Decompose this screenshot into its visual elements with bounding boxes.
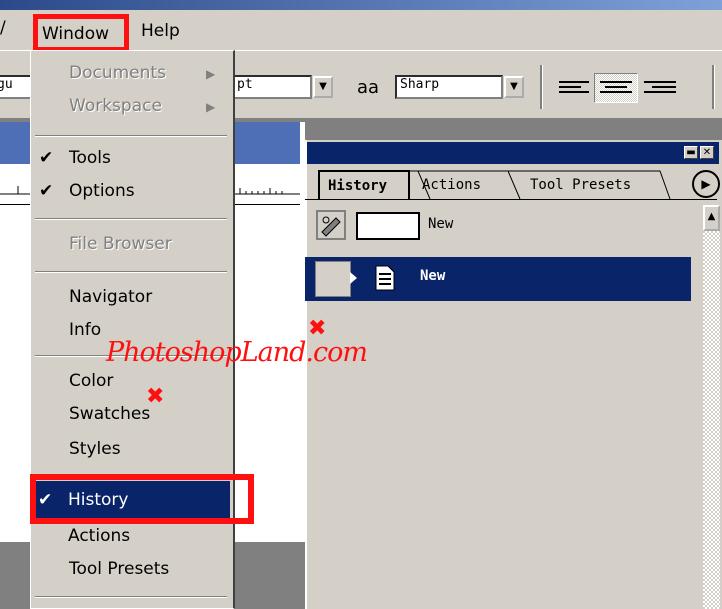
tab-divider xyxy=(305,199,717,200)
scroll-up-arrow-icon[interactable]: ▲ xyxy=(703,205,720,231)
snapshot-brush-icon[interactable] xyxy=(316,210,346,240)
options-divider xyxy=(712,65,715,109)
menu-separator xyxy=(35,218,227,220)
menu-options[interactable]: Options xyxy=(69,181,135,201)
menu-swatches[interactable]: Swatches xyxy=(69,404,150,424)
menu-info[interactable]: Info xyxy=(69,320,101,340)
menu-workspace[interactable]: Workspace xyxy=(69,96,162,116)
font-size-field[interactable]: pt xyxy=(232,75,312,99)
menu-documents[interactable]: Documents xyxy=(69,63,166,83)
document-state-icon xyxy=(374,265,396,295)
menu-tools[interactable]: Tools xyxy=(69,148,111,168)
menu-styles[interactable]: Styles xyxy=(69,439,121,459)
align-center-icon xyxy=(600,81,632,93)
align-right-icon xyxy=(644,81,676,93)
tab-actions[interactable]: Actions xyxy=(410,170,522,200)
history-brush-icon xyxy=(321,216,341,237)
watermark-text: PhotoshopLand.com xyxy=(106,337,368,368)
tab-history[interactable]: History xyxy=(318,170,410,200)
snapshot-label[interactable]: New xyxy=(428,216,453,232)
butterfly-icon: ✖ xyxy=(308,316,327,341)
submenu-arrow-icon: ▶ xyxy=(206,100,216,114)
history-state-row[interactable] xyxy=(305,257,691,301)
history-state-label: New xyxy=(420,268,446,284)
align-center-button[interactable] xyxy=(594,73,638,103)
menu-actions[interactable]: Actions xyxy=(68,526,130,546)
align-left-icon xyxy=(559,81,589,93)
history-scrollbar[interactable] xyxy=(703,205,720,609)
align-right-button[interactable] xyxy=(640,76,680,100)
annotation-highlight-box xyxy=(30,474,254,524)
align-left-button[interactable] xyxy=(556,76,594,100)
menu-item-window-label: Window xyxy=(42,24,110,44)
snapshot-thumbnail[interactable] xyxy=(356,212,420,240)
watermark: PhotoshopLand.com xyxy=(106,337,368,368)
panel-menu-arrow-icon[interactable]: ▶ xyxy=(692,170,720,198)
butterfly-icon: ✖ xyxy=(146,384,165,409)
options-divider xyxy=(540,65,543,109)
submenu-arrow-icon: ▶ xyxy=(206,67,216,81)
tab-actions-label: Actions xyxy=(422,177,482,193)
menu-item-window[interactable]: Window xyxy=(33,14,129,52)
minimize-icon[interactable]: ▬ xyxy=(684,146,698,159)
menu-navigator[interactable]: Navigator xyxy=(69,287,152,307)
menu-separator xyxy=(35,596,227,598)
checkmark-icon: ✔ xyxy=(39,148,54,168)
title-bar xyxy=(0,0,722,10)
history-source-toggle[interactable] xyxy=(315,261,351,297)
history-panel-titlebar[interactable] xyxy=(307,142,719,164)
menu-tool-presets[interactable]: Tool Presets xyxy=(69,559,169,579)
tab-tool-presets-label: Tool Presets xyxy=(530,177,632,193)
history-panel xyxy=(305,140,722,609)
tab-tool-presets[interactable]: Tool Presets xyxy=(507,170,678,200)
menu-item-partial[interactable]: / xyxy=(0,18,8,44)
menu-file-browser[interactable]: File Browser xyxy=(69,234,172,254)
window-menu: Documents ▶ Workspace ▶ ✔ Tools ✔ Option… xyxy=(30,50,235,609)
font-size-dropdown-button[interactable]: ▼ xyxy=(313,76,333,98)
anti-alias-icon: aa xyxy=(357,77,380,98)
anti-alias-dropdown-button[interactable]: ▼ xyxy=(504,76,524,98)
menu-separator xyxy=(35,271,227,273)
menu-item-help[interactable]: Help xyxy=(141,21,180,41)
menu-separator xyxy=(35,135,227,137)
checkmark-icon: ✔ xyxy=(39,181,54,201)
state-marker-icon xyxy=(350,272,357,284)
menu-color[interactable]: Color xyxy=(69,371,113,391)
font-style-field[interactable]: gu xyxy=(0,75,32,99)
anti-alias-field[interactable]: Sharp xyxy=(395,75,503,99)
close-icon[interactable]: ✕ xyxy=(700,146,714,159)
